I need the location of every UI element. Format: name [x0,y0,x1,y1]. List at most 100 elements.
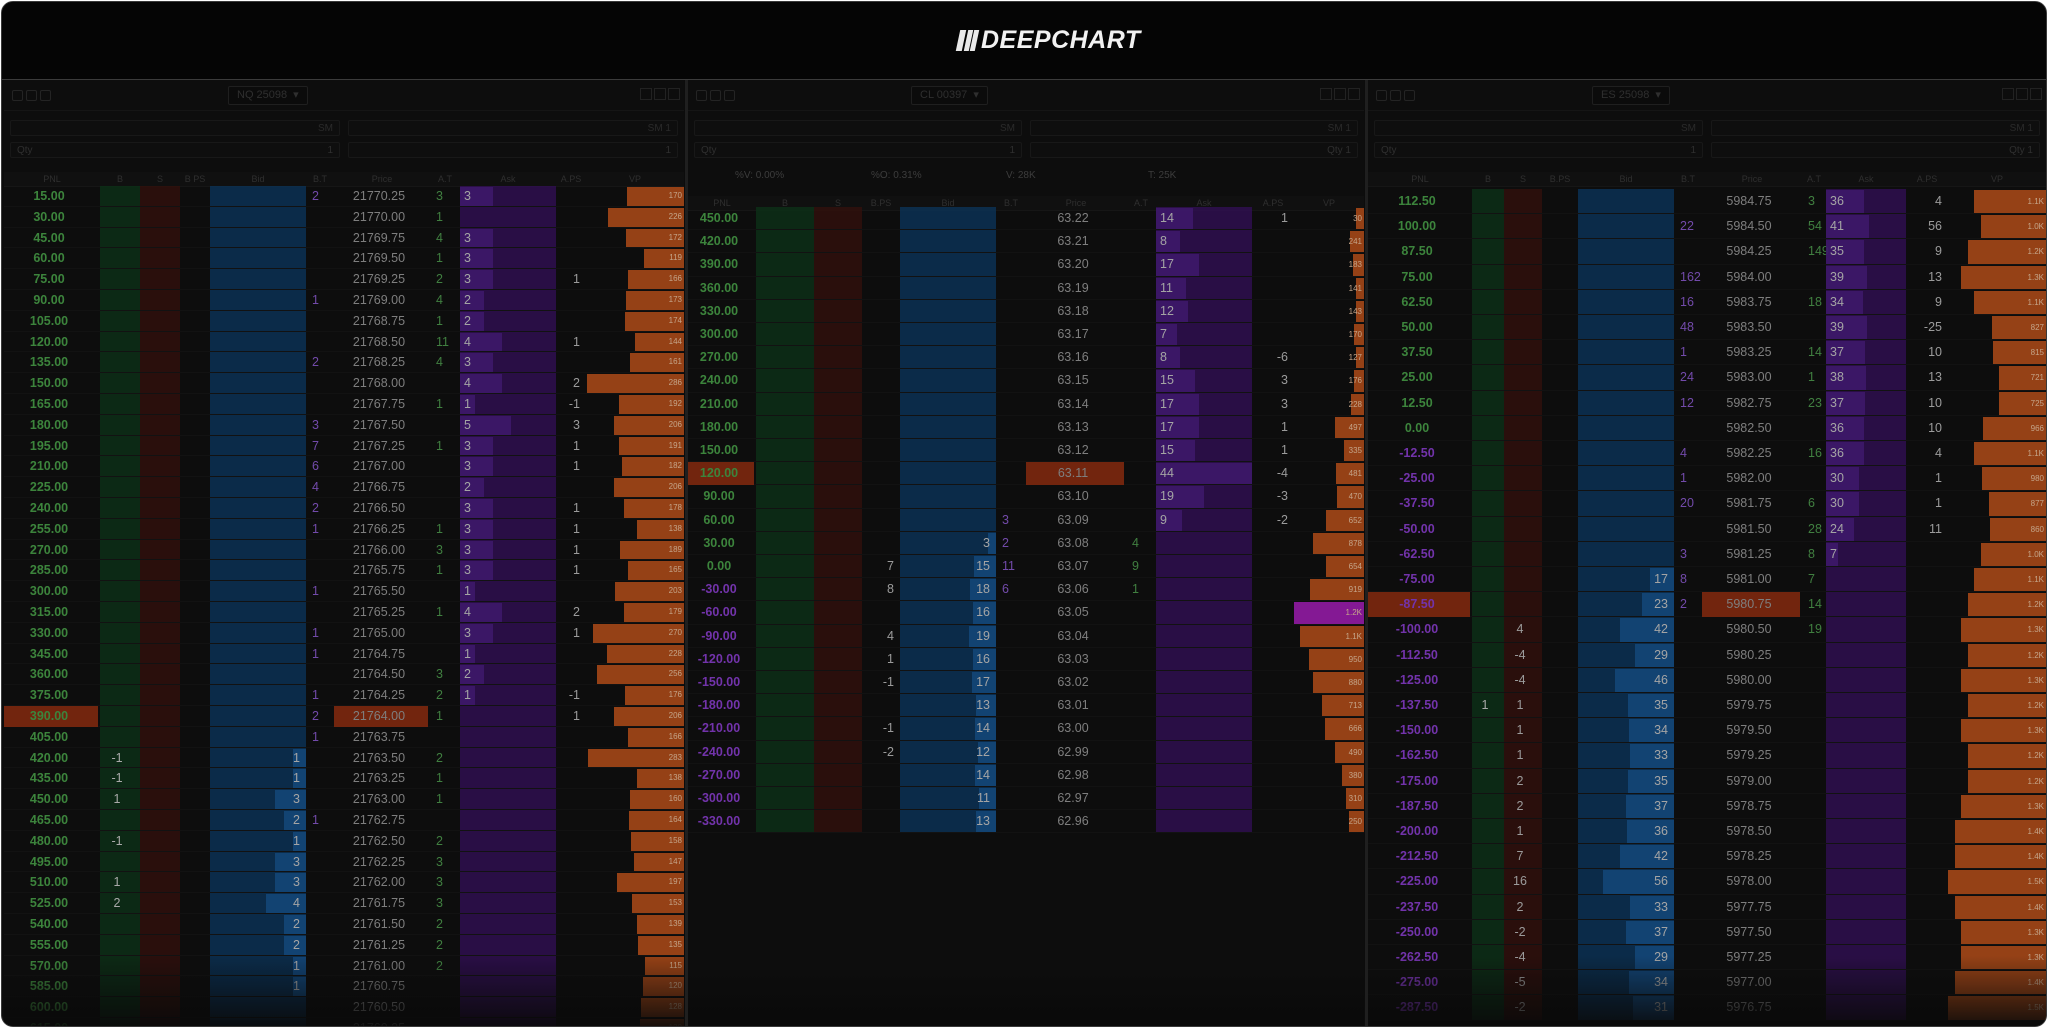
ladder-row[interactable]: 180.00 63.13 17 1 497 [688,416,1364,439]
price-cell[interactable]: 5982.50 [1702,416,1796,441]
ladder-row[interactable]: 420.00 63.21 8 241 [688,230,1364,254]
ladder-row[interactable]: -187.50 5978.75 37 2 1.3K [1368,794,2046,819]
ask-cell[interactable]: 30 [1826,466,1904,491]
ladder-row[interactable]: -175.00 5979.00 35 2 1.2K [1368,769,2046,794]
price-cell[interactable]: 63.09 [1026,509,1120,532]
price-cell[interactable]: 63.14 [1026,393,1120,416]
price-cell[interactable]: 21766.75 [334,477,424,498]
price-cell[interactable]: 21762.50 [334,831,424,852]
bid-cell[interactable]: 14 [900,717,990,740]
price-cell[interactable]: 63.16 [1026,346,1120,369]
ladder-row[interactable]: 62.50 5983.75 16 18 34 9 1.1K [1368,290,2046,315]
ladder-row[interactable]: 375.00 21764.25 1 2 1 -1 176 [4,685,684,706]
column-header-bps[interactable]: B.PS [1542,172,1578,186]
symbol-selector[interactable]: CL 00397 ▾ [911,86,988,105]
column-header-bt[interactable]: B.T [306,172,334,186]
ladder-row[interactable]: 37.50 5983.25 1 14 37 10 815 [1368,340,2046,366]
ask-cell[interactable]: 24 [1826,517,1904,542]
ask-cell[interactable]: 3 [460,228,554,249]
ladder-row[interactable]: 510.00 21762.00 3 3 1 197 [4,872,684,894]
ladder-row[interactable]: -300.00 62.97 11 310 [688,787,1364,811]
column-header-vp[interactable]: VP [586,172,684,186]
price-cell[interactable]: 5978.00 [1702,869,1796,894]
ask-cell[interactable]: 8 [1156,230,1250,253]
ask-cell[interactable]: 3 [460,623,554,644]
bid-cell[interactable]: 3 [900,532,990,555]
ladder-row[interactable]: 300.00 21765.50 1 1 203 [4,581,684,602]
link-icon[interactable] [696,90,707,101]
ladder-row[interactable]: -62.50 5981.25 3 8 7 1.0K [1368,542,2046,567]
column-header-ask[interactable]: Ask [460,172,556,186]
ladder-row[interactable]: -12.50 5982.25 4 16 36 4 1.1K [1368,441,2046,467]
price-cell[interactable]: 21761.25 [334,935,424,956]
price-cell[interactable]: 5976.75 [1702,995,1796,1020]
ladder-row[interactable]: 270.00 63.16 8 -6 127 [688,346,1364,370]
price-cell[interactable]: 21765.50 [334,581,424,602]
bid-cell[interactable]: 16 [900,648,990,671]
ladder-row[interactable]: 570.00 21761.00 2 1 115 [4,956,684,977]
price-cell[interactable]: 63.00 [1026,717,1120,740]
price-cell[interactable]: 5979.50 [1702,718,1796,743]
price-cell[interactable]: 21765.25 [334,602,424,623]
price-cell[interactable]: 21762.75 [334,810,424,831]
ladder-row[interactable]: -150.00 63.02 17 -1 880 [688,671,1364,695]
ladder-row[interactable]: 165.00 21767.75 1 1 -1 192 [4,394,684,415]
price-cell[interactable]: 21769.75 [334,228,424,249]
restore-icon[interactable] [2002,88,2014,100]
price-cell[interactable]: 62.96 [1026,810,1120,833]
column-header-vp[interactable]: VP [1948,172,2046,186]
price-cell[interactable]: 21763.00 [334,789,424,810]
ask-cell[interactable]: 15 [1156,439,1250,462]
ladder-row[interactable]: 0.00 63.07 11 9 15 7 654 [688,555,1364,579]
ladder-row[interactable]: 225.00 21766.75 4 2 206 [4,477,684,498]
bid-cell[interactable]: 3 [210,872,300,893]
ladder-row[interactable]: 195.00 21767.25 7 1 3 1 191 [4,436,684,457]
ladder-row[interactable]: 75.00 21769.25 2 3 1 166 [4,269,684,290]
refresh-icon[interactable] [1404,90,1415,101]
price-cell[interactable]: 21760.75 [334,976,424,997]
ladder-row[interactable]: 615.00 21760.25 130 [4,1018,684,1026]
account-selector[interactable]: SM [694,120,1022,136]
ask-cell[interactable]: 34 [1826,290,1904,315]
ladder-row[interactable]: 390.00 21764.00 2 1 1 206 [4,706,684,727]
ladder-row[interactable]: -75.00 5981.00 8 7 17 1.1K [1368,567,2046,593]
qty-preset-input[interactable]: Qty 1 [1711,142,2040,158]
ladder-row[interactable]: 45.00 21769.75 4 3 172 [4,228,684,249]
price-cell[interactable]: 5981.25 [1702,542,1796,567]
bid-cell[interactable]: 56 [1578,869,1668,894]
ask-cell[interactable]: 4 [460,373,554,394]
ladder-row[interactable]: 600.00 21760.50 128 [4,997,684,1018]
ask-cell[interactable]: 39 [1826,315,1904,340]
ladder-row[interactable]: -212.50 5978.25 42 7 1.4K [1368,844,2046,870]
ladder-row[interactable]: -137.50 5979.75 35 1 1 1.2K [1368,693,2046,719]
price-cell[interactable]: 21761.50 [334,914,424,935]
ask-cell[interactable]: 2 [460,311,554,332]
bid-cell[interactable]: 2 [210,914,300,935]
ask-cell[interactable]: 12 [1156,300,1250,323]
ladder-row[interactable]: 15.00 21770.25 2 3 3 170 [4,186,684,207]
column-header-price[interactable]: Price [1702,172,1802,186]
price-cell[interactable]: 63.22 [1026,207,1120,230]
price-cell[interactable]: 21763.50 [334,748,424,769]
ladder-row[interactable]: 120.00 21768.50 11 4 1 144 [4,332,684,353]
price-cell[interactable]: 63.11 [1026,462,1120,485]
ladder-row[interactable]: 0.00 5982.50 36 10 966 [1368,416,2046,441]
bid-cell[interactable]: 3 [210,789,300,810]
ask-cell[interactable]: 3 [460,560,554,581]
ladder-row[interactable]: -180.00 63.01 13 713 [688,694,1364,718]
ladder-row[interactable]: 465.00 21762.75 1 2 164 [4,810,684,831]
qty-input[interactable]: Qty 1 [694,142,1022,158]
template-selector[interactable]: SM 1 [1711,120,2040,136]
template-selector[interactable]: SM 1 [1030,120,1358,136]
ask-cell[interactable]: 3 [460,186,554,207]
price-cell[interactable]: 21761.00 [334,956,424,977]
column-header-b[interactable]: B [100,172,140,186]
ladder-row[interactable]: -210.00 63.00 14 -1 666 [688,717,1364,741]
ladder-row[interactable]: 360.00 63.19 11 141 [688,277,1364,300]
ask-cell[interactable]: 7 [1826,542,1904,567]
ladder-row[interactable]: 150.00 21768.00 4 2 286 [4,373,684,394]
close-icon[interactable] [1348,88,1360,100]
ladder-row[interactable]: 240.00 21766.50 2 3 1 178 [4,498,684,519]
account-selector[interactable]: SM [10,120,340,136]
column-header-aps[interactable]: A.PS [556,172,586,186]
